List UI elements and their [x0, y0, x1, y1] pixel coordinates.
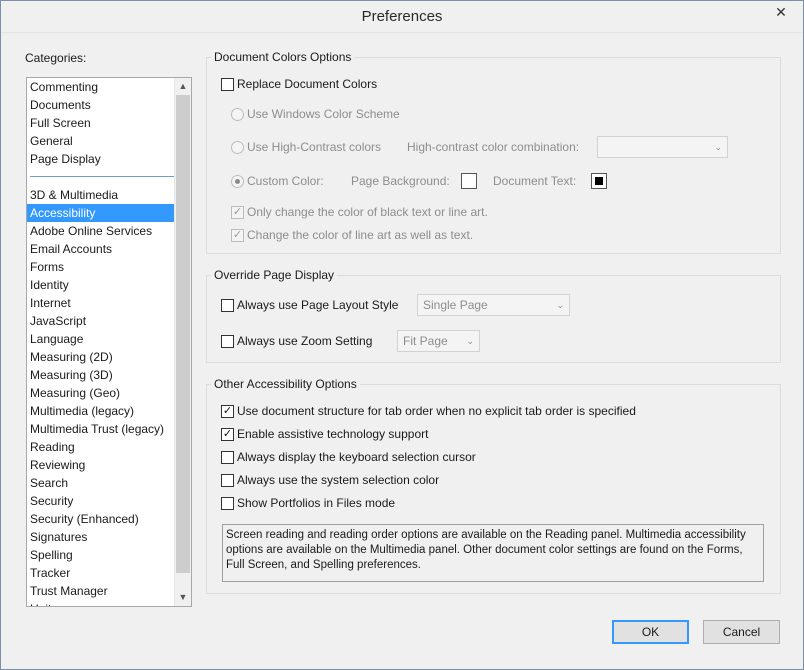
- category-item[interactable]: Forms: [27, 258, 175, 276]
- option-label: Always use the system selection color: [237, 473, 440, 487]
- page-background-swatch[interactable]: [461, 173, 477, 189]
- custom-color-label: Custom Color:: [247, 174, 324, 188]
- option-label: Show Portfolios in Files mode: [237, 496, 396, 510]
- chevron-down-icon: ⌄: [714, 142, 722, 152]
- option-label: Always display the keyboard selection cu…: [237, 450, 476, 464]
- option-label: Enable assistive technology support: [237, 427, 429, 441]
- category-item[interactable]: Identity: [27, 276, 175, 294]
- document-text-label: Document Text:: [493, 174, 577, 188]
- categories-scrollbar[interactable]: ▲ ▼: [174, 78, 191, 606]
- category-item[interactable]: Measuring (2D): [27, 348, 175, 366]
- override-page-display-group: [206, 275, 781, 363]
- category-item[interactable]: Accessibility: [27, 204, 175, 222]
- category-item[interactable]: General: [27, 132, 175, 150]
- chevron-down-icon: ⌄: [466, 336, 474, 346]
- high-contrast-radio[interactable]: [231, 141, 244, 154]
- zoom-setting-label: Always use Zoom Setting: [237, 334, 373, 348]
- option-label: Use document structure for tab order whe…: [237, 404, 636, 418]
- windows-scheme-label: Use Windows Color Scheme: [247, 107, 400, 121]
- category-item[interactable]: Trust Manager: [27, 582, 175, 600]
- category-item[interactable]: Multimedia (legacy): [27, 402, 175, 420]
- category-item[interactable]: Documents: [27, 96, 175, 114]
- option-checkbox[interactable]: ✓: [221, 428, 234, 441]
- option-checkbox[interactable]: ✓: [221, 405, 234, 418]
- line-art-checkbox[interactable]: ✓: [231, 229, 244, 242]
- category-item[interactable]: Reading: [27, 438, 175, 456]
- only-black-checkbox[interactable]: ✓: [231, 206, 244, 219]
- category-item[interactable]: Tracker: [27, 564, 175, 582]
- page-layout-checkbox[interactable]: [221, 299, 234, 312]
- categories-list[interactable]: Commenting Documents Full Screen General Pag…: [26, 77, 192, 607]
- option-checkbox[interactable]: [221, 451, 234, 464]
- option-checkbox[interactable]: [221, 497, 234, 510]
- zoom-setting-select[interactable]: Fit Page ⌄: [397, 330, 480, 352]
- windows-scheme-radio[interactable]: [231, 108, 244, 121]
- chevron-down-icon: ⌄: [556, 300, 564, 310]
- category-separator: [27, 168, 175, 186]
- document-text-swatch[interactable]: [591, 173, 607, 189]
- category-item[interactable]: Units: [27, 600, 175, 606]
- page-layout-value: Single Page: [423, 298, 488, 312]
- window-title: Preferences: [361, 8, 443, 25]
- override-page-display-title: Override Page Display: [211, 268, 338, 282]
- replace-colors-label: Replace Document Colors: [237, 77, 378, 91]
- category-item[interactable]: Page Display: [27, 150, 175, 168]
- accessibility-info-text: Screen reading and reading order options…: [222, 524, 764, 582]
- ok-button[interactable]: OK: [612, 620, 689, 644]
- line-art-label: Change the color of line art as well as …: [247, 228, 474, 242]
- category-item[interactable]: Email Accounts: [27, 240, 175, 258]
- category-item[interactable]: JavaScript: [27, 312, 175, 330]
- zoom-setting-checkbox[interactable]: [221, 335, 234, 348]
- scroll-thumb[interactable]: [176, 95, 190, 573]
- category-item[interactable]: Signatures: [27, 528, 175, 546]
- cancel-button[interactable]: Cancel: [703, 620, 780, 644]
- replace-colors-checkbox[interactable]: [221, 78, 234, 91]
- page-layout-label: Always use Page Layout Style: [237, 298, 399, 312]
- hc-combination-select[interactable]: ⌄: [597, 136, 728, 158]
- categories-label: Categories:: [25, 51, 87, 65]
- page-background-label: Page Background:: [351, 174, 450, 188]
- only-black-label: Only change the color of black text or l…: [247, 205, 488, 219]
- category-item[interactable]: Adobe Online Services: [27, 222, 175, 240]
- high-contrast-label: Use High-Contrast colors: [247, 140, 382, 154]
- category-item[interactable]: Commenting: [27, 78, 175, 96]
- preferences-window: Preferences ✕ Categories: Commenting Docu…: [0, 0, 804, 670]
- document-colors-title: Document Colors Options: [211, 50, 355, 64]
- categories-items: Commenting Documents Full Screen General Pag…: [27, 78, 175, 606]
- category-item[interactable]: Reviewing: [27, 456, 175, 474]
- close-icon[interactable]: ✕: [766, 2, 796, 22]
- page-layout-select[interactable]: Single Page ⌄: [417, 294, 570, 316]
- other-accessibility-title: Other Accessibility Options: [211, 377, 360, 391]
- hc-combination-label: High-contrast color combination:: [407, 140, 580, 154]
- scroll-down-icon[interactable]: ▼: [175, 589, 191, 605]
- category-item[interactable]: Multimedia Trust (legacy): [27, 420, 175, 438]
- category-item[interactable]: Language: [27, 330, 175, 348]
- category-item[interactable]: Internet: [27, 294, 175, 312]
- custom-color-radio[interactable]: [231, 175, 244, 188]
- category-item[interactable]: Full Screen: [27, 114, 175, 132]
- category-item[interactable]: Search: [27, 474, 175, 492]
- category-item[interactable]: Measuring (Geo): [27, 384, 175, 402]
- category-item[interactable]: 3D & Multimedia: [27, 186, 175, 204]
- category-item[interactable]: Measuring (3D): [27, 366, 175, 384]
- option-checkbox[interactable]: [221, 474, 234, 487]
- title-bar: Preferences ✕: [1, 1, 803, 33]
- zoom-setting-value: Fit Page: [403, 334, 448, 348]
- category-item[interactable]: Security: [27, 492, 175, 510]
- scroll-up-icon[interactable]: ▲: [175, 78, 191, 94]
- category-item[interactable]: Spelling: [27, 546, 175, 564]
- category-item[interactable]: Security (Enhanced): [27, 510, 175, 528]
